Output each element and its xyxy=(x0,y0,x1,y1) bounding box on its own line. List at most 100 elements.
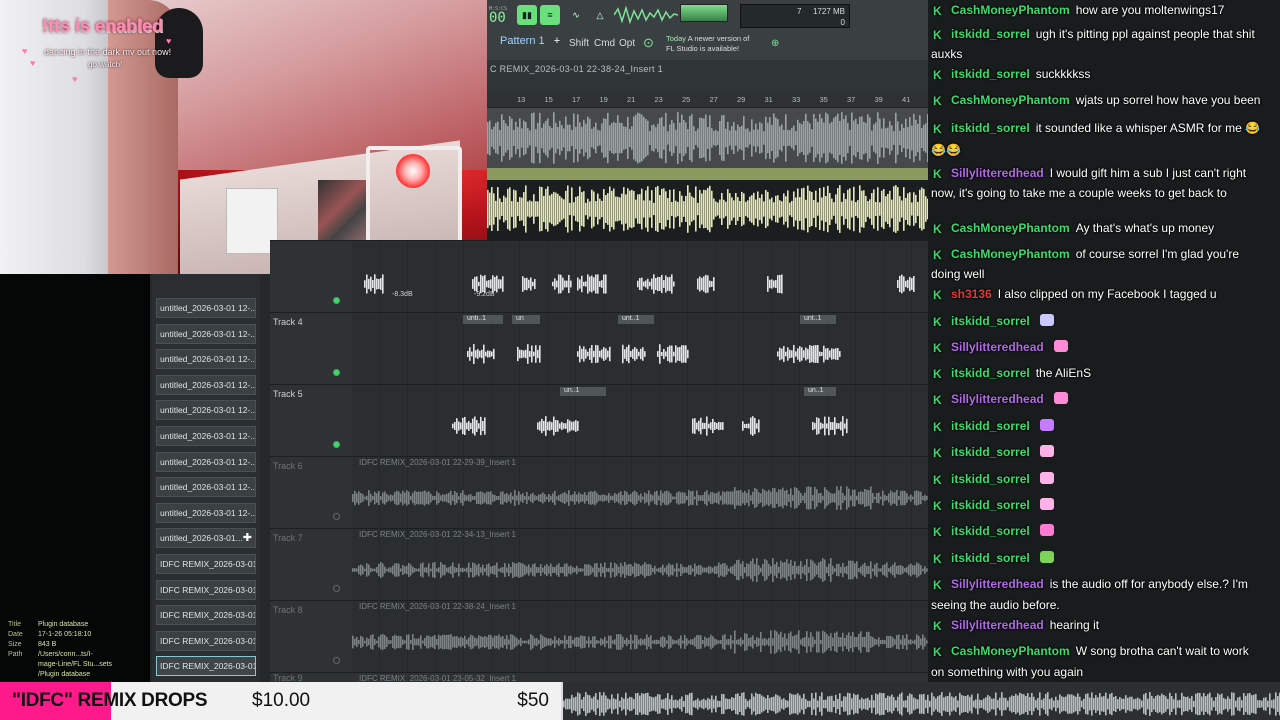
chat-username[interactable]: Sillylitteredhead xyxy=(951,392,1044,406)
ruler-tick: 41 xyxy=(902,95,911,104)
track-enable-icon[interactable] xyxy=(333,441,340,448)
ruler-tick: 35 xyxy=(819,95,828,104)
file-name: untitled_2026-03-01 12-... xyxy=(160,507,256,518)
add-icon[interactable]: ✚ xyxy=(243,531,252,544)
clip-header[interactable]: IDFC REMIX_2026-03-01 22-29-39_Insert 1 xyxy=(355,458,755,468)
file-name: untitled_2026-03-01 12-... xyxy=(160,405,256,416)
file-list-item[interactable]: untitled_2026-03-01... ✚ xyxy=(156,528,256,549)
file-list-item[interactable]: IDFC REMIX_2026-03-01... xyxy=(156,656,256,677)
emote-icon xyxy=(1053,392,1068,404)
track-enable-icon[interactable] xyxy=(333,513,340,520)
file-list-item[interactable]: untitled_2026-03-01 12-... xyxy=(156,400,256,421)
chat-username[interactable]: itskidd_sorrel xyxy=(951,27,1030,41)
chat-username[interactable]: itskidd_sorrel xyxy=(951,472,1030,486)
chat-username[interactable]: itskidd_sorrel xyxy=(951,67,1030,81)
chat-username[interactable]: CashMoneyPhantom xyxy=(951,93,1070,107)
update-icon[interactable]: ⊕ xyxy=(771,38,779,49)
waveform xyxy=(563,692,1280,716)
file-list-item[interactable]: IDFC REMIX_2026-03-01... xyxy=(156,579,256,600)
file-list-item[interactable]: untitled_2026-03-01 12-... xyxy=(156,477,256,498)
track-label: Track 4 xyxy=(273,317,303,327)
chat-text: is the audio off for anybody else.? I'm xyxy=(1049,577,1248,591)
file-list-item[interactable]: untitled_2026-03-01 12-... xyxy=(156,349,256,370)
chat-username[interactable]: CashMoneyPhantom xyxy=(951,644,1070,658)
chat-username[interactable]: itskidd_sorrel xyxy=(951,498,1030,512)
chat-username[interactable]: itskidd_sorrel xyxy=(951,419,1030,433)
track-enable-icon[interactable] xyxy=(333,585,340,592)
ruler-tick: 39 xyxy=(874,95,883,104)
news-icon[interactable]: ⊙ xyxy=(643,35,654,51)
chat-message: Kitskidd_sorrel xyxy=(931,416,1276,437)
chat-message: Kitskidd_sorrel the AliEnS xyxy=(931,363,1276,384)
chat-text: now, it's going to take me a couple week… xyxy=(931,186,1227,200)
kick-badge-icon: K xyxy=(933,499,942,513)
file-list-item[interactable]: IDFC REMIX_2026-03-01... xyxy=(156,605,256,626)
opt-modifier[interactable]: Opt xyxy=(619,38,635,49)
chat-username[interactable]: Sillylitteredhead xyxy=(951,618,1044,632)
chat-message-continuation: doing well xyxy=(931,264,1276,285)
file-list-item[interactable]: IDFC REMIX_2026-03-01... xyxy=(156,554,256,574)
chat-username[interactable]: CashMoneyPhantom xyxy=(951,221,1070,235)
chat-message: Kitskidd_sorrel xyxy=(931,469,1276,490)
file-name: IDFC REMIX_2026-03-01... xyxy=(160,610,256,621)
chat-username[interactable]: itskidd_sorrel xyxy=(951,314,1030,328)
chat-username[interactable]: itskidd_sorrel xyxy=(951,524,1030,538)
song-mode-icon[interactable]: ≡ xyxy=(540,5,560,25)
chat-text: ugh it's pitting ppl against people that… xyxy=(1035,27,1255,41)
heart-icon: ♥ xyxy=(72,74,78,84)
pattern-selector[interactable]: Pattern 1 + xyxy=(500,35,560,47)
audio-clip-waveform[interactable] xyxy=(487,180,928,238)
chat-username[interactable]: Sillylitteredhead xyxy=(951,577,1044,591)
chat-username[interactable]: itskidd_sorrel xyxy=(951,551,1030,565)
chat-panel: K CashMoneyPhantom how are you moltenwings… xyxy=(928,0,1280,708)
file-name: untitled_2026-03-01 12-... xyxy=(160,328,256,339)
file-list-item[interactable]: untitled_2026-03-01 12-... xyxy=(156,502,256,523)
chat-text: it sounded like a whisper ASMR for me 😂 xyxy=(1035,121,1261,135)
metronome-icon[interactable]: △ xyxy=(590,5,610,25)
pattern-mode-icon[interactable]: ▮▮ xyxy=(517,5,537,25)
chat-username[interactable]: Sillylitteredhead xyxy=(951,340,1044,354)
heart-icon: ♥ xyxy=(30,58,36,68)
emote-icon xyxy=(1039,524,1054,536)
kick-badge-icon: K xyxy=(933,122,942,136)
file-list-item[interactable]: untitled_2026-03-01 12-... xyxy=(156,451,256,472)
record-options-icon[interactable]: ∿ xyxy=(566,5,586,25)
kick-badge-icon: K xyxy=(933,68,942,82)
cmd-modifier[interactable]: Cmd xyxy=(594,38,615,49)
timeline-ruler[interactable]: 13 15 17 19 21 23 25 27 29 31 33 35 37 39 41 xyxy=(487,92,928,108)
ruler-tick: 29 xyxy=(737,95,746,104)
waveform xyxy=(487,185,928,233)
file-list-item[interactable]: untitled_2026-03-01 12-... xyxy=(156,298,256,318)
chat-username[interactable]: CashMoneyPhantom xyxy=(951,247,1070,261)
track-enable-icon[interactable] xyxy=(333,369,340,376)
chat-username[interactable]: itskidd_sorrel xyxy=(951,445,1030,459)
audio-clip-waveform[interactable] xyxy=(487,108,928,168)
file-list-item[interactable]: untitled_2026-03-01 12-... xyxy=(156,426,256,446)
shift-modifier[interactable]: Shift xyxy=(569,38,589,49)
chat-username[interactable]: Sillylitteredhead xyxy=(951,166,1044,180)
clip-header-bar[interactable] xyxy=(487,168,928,180)
kick-badge-icon: K xyxy=(933,446,942,460)
chat-message: Kitskidd_sorrel xyxy=(931,311,1276,332)
file-list-item[interactable]: IDFC REMIX_2026-03-01... xyxy=(156,630,256,651)
update-notice[interactable]: Today A newer version of FL Studio is av… xyxy=(666,34,749,54)
ruler-tick: 37 xyxy=(847,95,856,104)
chat-username[interactable]: sh3136 xyxy=(951,287,992,301)
track-label: Track 5 xyxy=(273,389,303,399)
chat-username[interactable]: itskidd_sorrel xyxy=(951,366,1030,380)
oscilloscope-display xyxy=(614,5,678,25)
chat-text: auxks xyxy=(931,47,963,61)
track-enable-icon[interactable] xyxy=(333,657,340,664)
chat-username[interactable]: itskidd_sorrel xyxy=(951,121,1030,135)
webcam-person xyxy=(0,0,120,274)
track-enable-icon[interactable] xyxy=(333,297,340,304)
chat-username[interactable]: CashMoneyPhantom xyxy=(951,3,1070,17)
file-list-item[interactable]: untitled_2026-03-01 12-... xyxy=(156,323,256,344)
file-list-item[interactable]: untitled_2026-03-01 12-... xyxy=(156,374,256,395)
playlist-bottom-strip xyxy=(563,682,1280,720)
stream-layout: !tts is enabled dancing in the dark mv o… xyxy=(0,0,1280,720)
chat-text: hearing it xyxy=(1049,618,1100,632)
kick-badge-icon: K xyxy=(933,619,942,633)
ruler-tick: 17 xyxy=(572,95,581,104)
volume-meter xyxy=(680,4,728,22)
